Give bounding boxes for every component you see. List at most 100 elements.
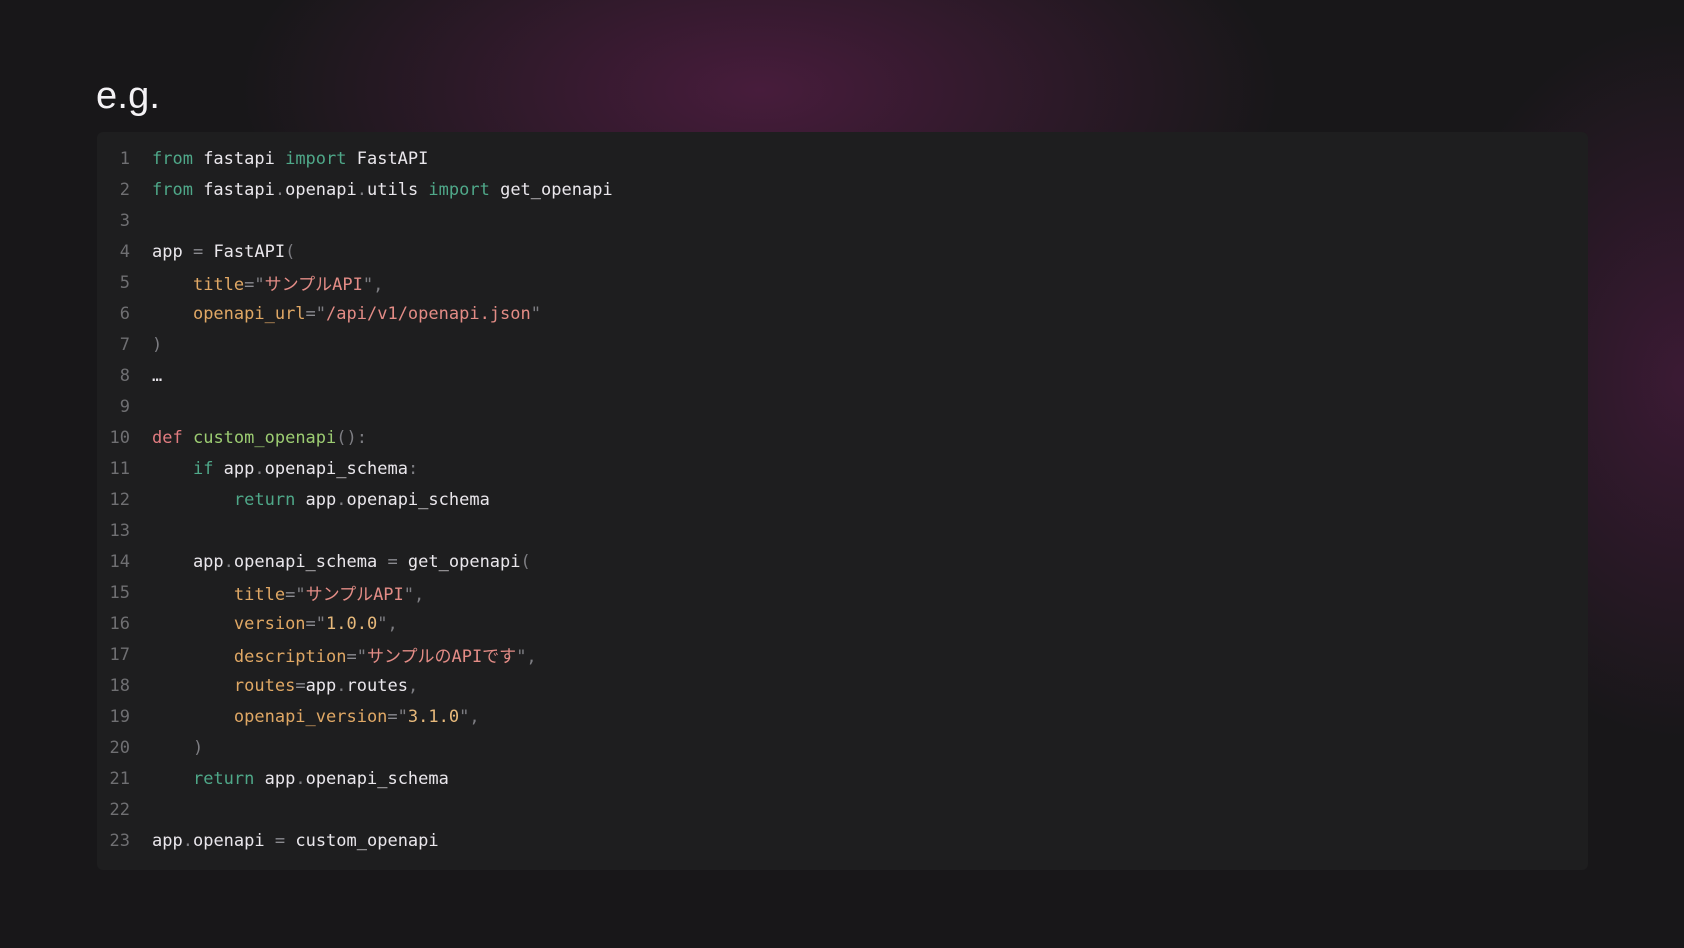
code-token: FastAPI	[346, 148, 429, 169]
code-token: openapi_schema	[264, 458, 408, 479]
code-token: utils	[367, 179, 429, 200]
code-token: return	[192, 768, 255, 789]
code-token: openapi_version	[233, 706, 388, 727]
code-token: if	[192, 458, 214, 479]
code-line: 15 title="サンプルAPI",	[97, 577, 1588, 608]
code-token: import	[285, 148, 347, 169]
code-line: 14 app.openapi_schema = get_openapi(	[97, 546, 1588, 577]
code-line: 20 )	[97, 732, 1588, 763]
line-code: openapi_version="3.1.0",	[152, 707, 480, 727]
code-token: "	[315, 303, 327, 324]
code-token: =	[295, 675, 306, 696]
code-token: ",	[377, 613, 398, 634]
code-token: =	[346, 647, 357, 667]
code-line: 1 from fastapi import FastAPI	[97, 143, 1588, 174]
code-token: ",	[459, 706, 480, 727]
code-token: openapi_schema	[305, 768, 449, 789]
code-token: app	[152, 551, 224, 572]
code-token: title	[233, 585, 286, 605]
code-line: 4 app = FastAPI(	[97, 236, 1588, 267]
line-code: title="サンプルAPI",	[152, 580, 424, 605]
code-line: 23 app.openapi = custom_openapi	[97, 825, 1588, 856]
code-line: 7)	[97, 329, 1588, 360]
code-token: サンプルAPI	[264, 275, 363, 295]
code-token: .	[356, 179, 367, 200]
code-token: =	[274, 830, 286, 851]
code-token: app	[213, 458, 255, 479]
code-line: 8…	[97, 360, 1588, 391]
code-token: version	[233, 613, 306, 634]
code-token: openapi_url	[192, 303, 306, 324]
line-number: 23	[109, 830, 130, 851]
line-code: )	[152, 738, 203, 758]
code-token: =	[192, 241, 204, 262]
code-token: .	[295, 768, 306, 789]
line-number: 5	[119, 272, 130, 293]
line-number: 22	[109, 799, 130, 820]
code-token: app	[254, 768, 296, 789]
code-token: openapi	[285, 179, 357, 200]
line-number: 20	[109, 737, 130, 758]
code-token: :	[407, 458, 419, 479]
code-token: fastapi	[192, 148, 286, 169]
code-token: =	[387, 706, 398, 727]
code-line: 9	[97, 391, 1588, 422]
code-token: =	[305, 613, 316, 634]
code-token: "	[315, 613, 327, 634]
line-code: routes=app.routes,	[152, 676, 418, 696]
code-token: get_openapi	[489, 179, 613, 200]
code-token: =	[305, 303, 316, 324]
code-token: app	[295, 489, 337, 510]
code-token: ",	[403, 585, 425, 605]
code-line: 10 def custom_openapi():	[97, 422, 1588, 453]
line-number: 1	[119, 148, 130, 169]
code-token: from	[152, 179, 193, 200]
code-lines: 1 from fastapi import FastAPI 2 from fastap…	[97, 132, 1588, 856]
line-code: return app.openapi_schema	[152, 490, 490, 510]
code-line: 21 return app.openapi_schema	[97, 763, 1588, 794]
line-number: 3	[119, 210, 130, 231]
code-token: )	[192, 737, 204, 758]
code-token: "	[295, 585, 306, 605]
code-token: "	[356, 647, 367, 667]
line-code: app.openapi_schema = get_openapi(	[152, 552, 531, 572]
line-number: 2	[119, 179, 130, 200]
code-line: 18 routes=app.routes,	[97, 670, 1588, 701]
line-number: 13	[109, 520, 130, 541]
code-token: =	[285, 585, 296, 605]
code-token: import	[428, 179, 490, 200]
code-token: サンプルAPI	[305, 585, 404, 605]
code-token: (	[285, 241, 296, 262]
code-line: 19 openapi_version="3.1.0",	[97, 701, 1588, 732]
code-token: ",	[362, 275, 384, 295]
line-number: 9	[119, 396, 130, 417]
code-token: from	[152, 148, 193, 169]
code-line: 16 version="1.0.0",	[97, 608, 1588, 639]
line-code: if app.openapi_schema:	[152, 459, 418, 479]
code-block: 1 from fastapi import FastAPI 2 from fastap…	[97, 132, 1588, 870]
slide-title: e.g.	[96, 75, 161, 117]
code-line: 2 from fastapi.openapi.utils import get_o…	[97, 174, 1588, 205]
line-code: openapi_url="/api/v1/openapi.json"	[152, 304, 541, 324]
code-token: サンプルのAPIです	[366, 647, 517, 667]
line-number: 7	[119, 334, 130, 355]
code-line: 17 description="サンプルのAPIです",	[97, 639, 1588, 670]
line-code: from fastapi.openapi.utils import get_op…	[152, 180, 613, 200]
code-token: "	[397, 706, 408, 727]
code-token: description	[233, 647, 347, 667]
line-number: 6	[119, 303, 130, 324]
code-token: .	[182, 830, 193, 851]
code-token: =	[387, 551, 398, 572]
code-token: 1.0.0	[326, 613, 378, 634]
code-token: openapi_schema	[346, 489, 490, 510]
code-token: routes	[233, 675, 296, 696]
line-number: 19	[109, 706, 130, 727]
line-number: 11	[109, 458, 130, 479]
